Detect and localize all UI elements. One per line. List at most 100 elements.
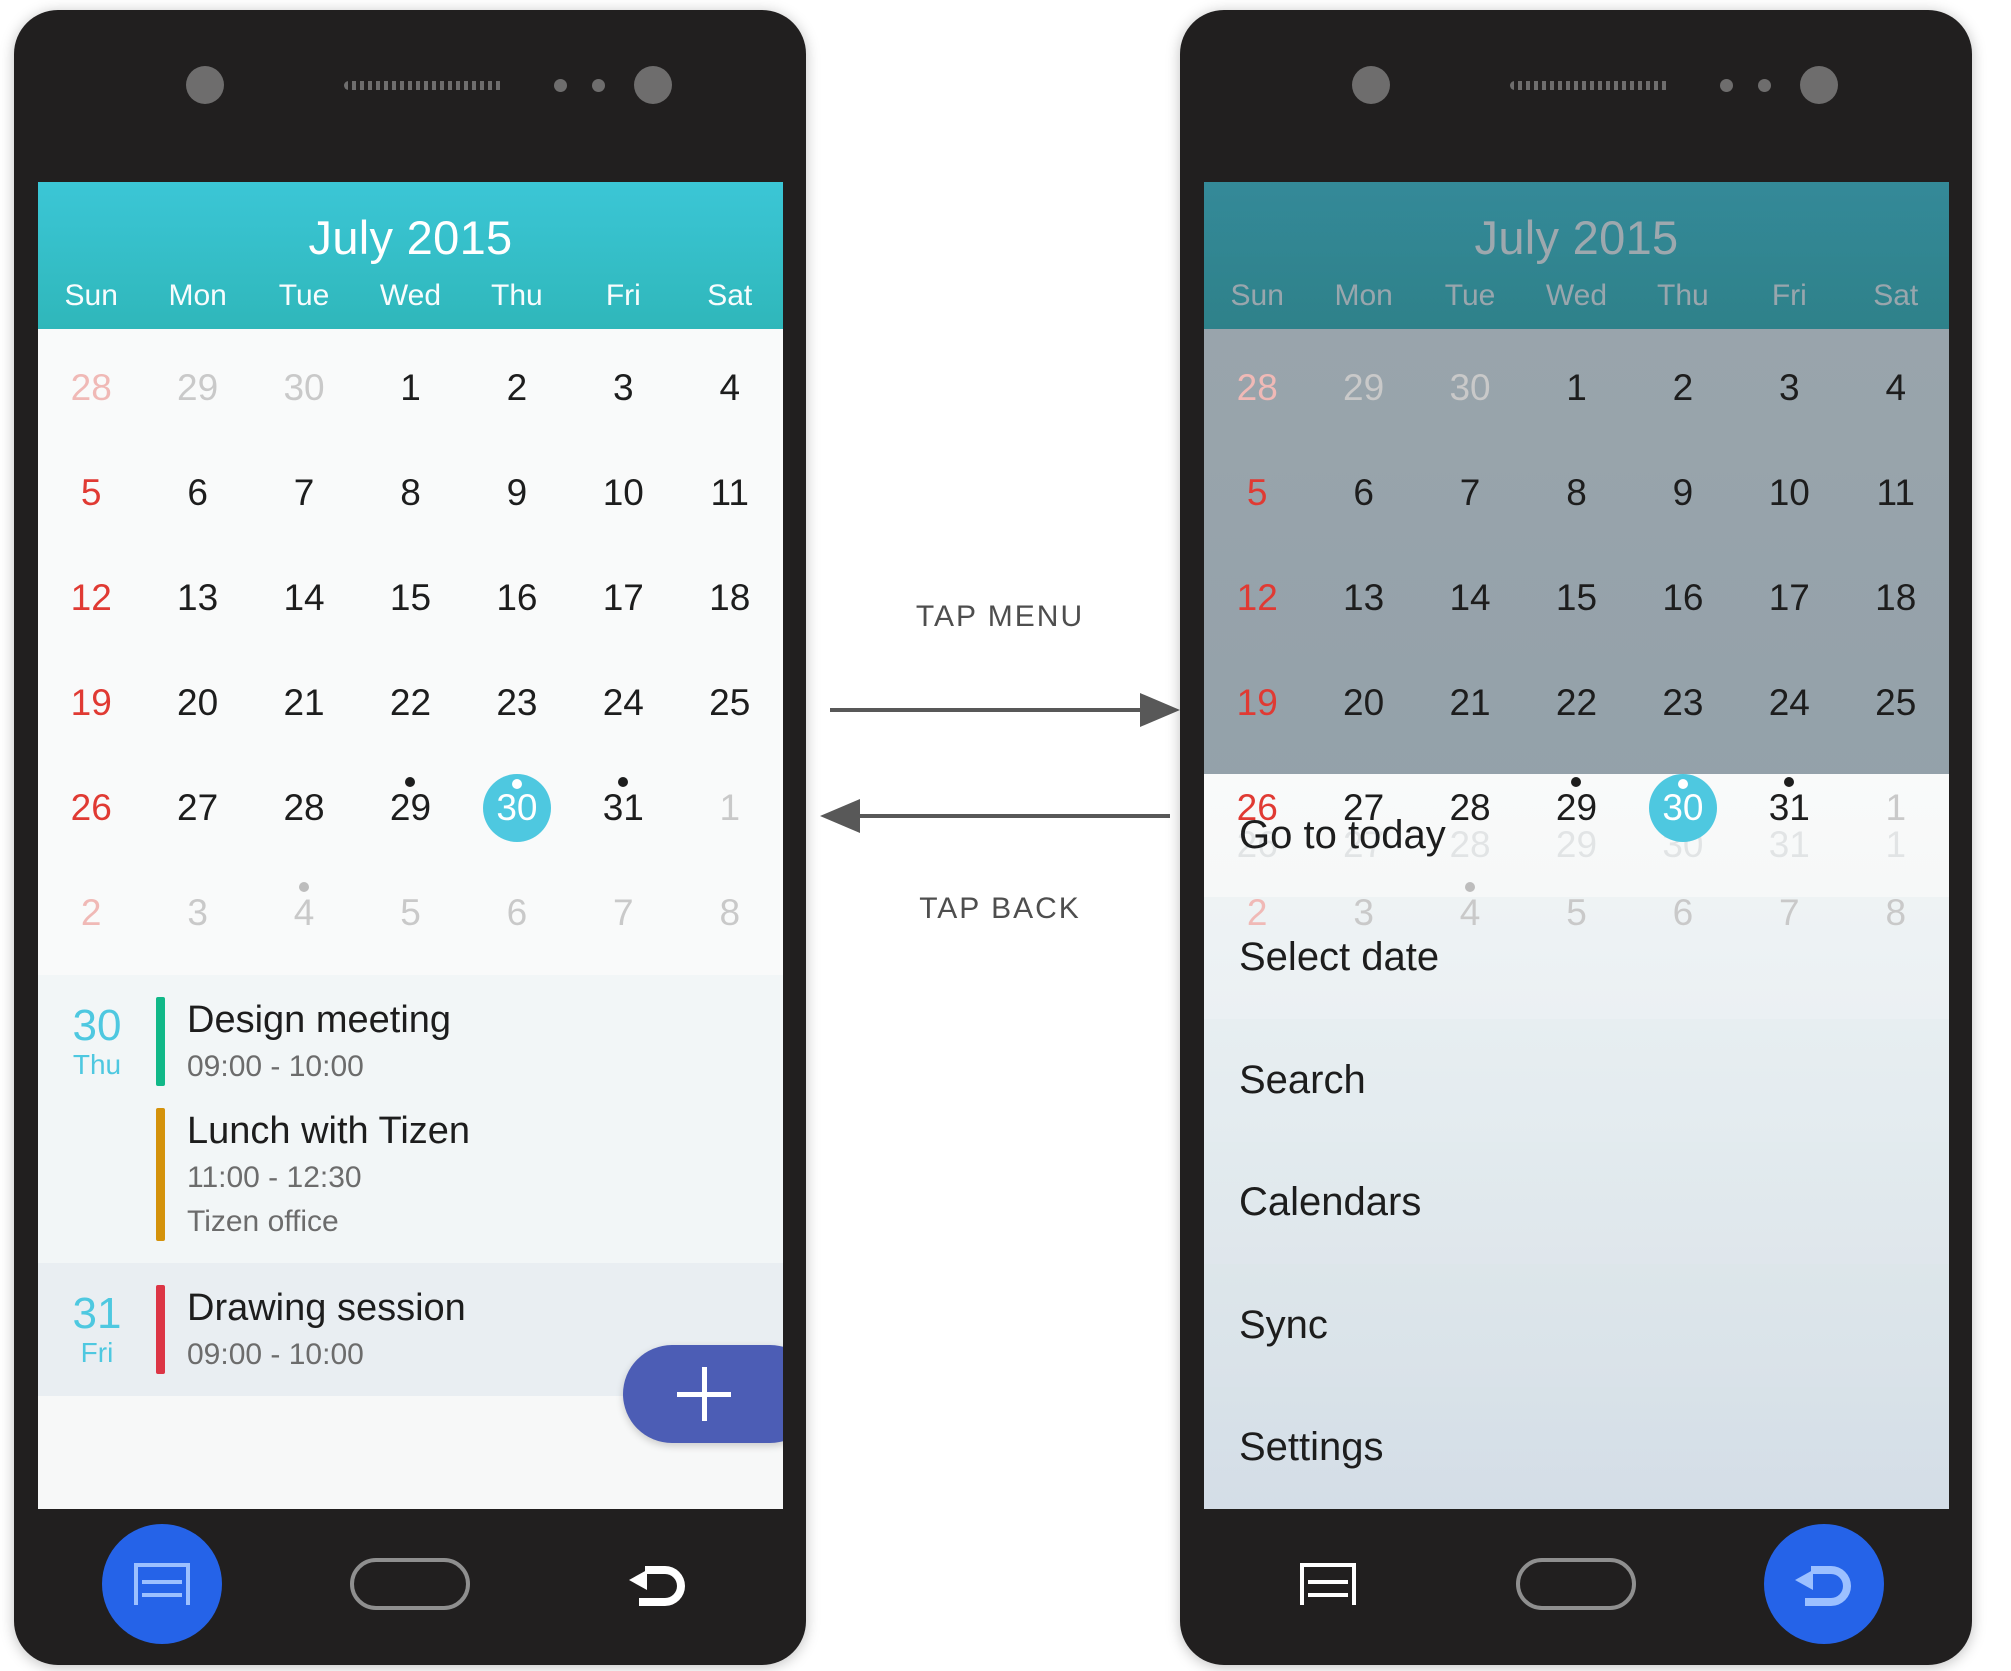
calendar-day-cell[interactable]: 25 bbox=[1843, 650, 1949, 755]
add-event-button[interactable] bbox=[623, 1345, 783, 1443]
nav-back-button[interactable] bbox=[1764, 1524, 1884, 1644]
calendar-day-cell[interactable]: 28 bbox=[251, 755, 357, 860]
calendar-day-number: 12 bbox=[1236, 577, 1278, 618]
nav-menu-button[interactable] bbox=[1268, 1524, 1388, 1644]
calendar-day-cell[interactable]: 20 bbox=[144, 650, 250, 755]
calendar-day-cell[interactable]: 3 bbox=[570, 335, 676, 440]
navigation-bar-right bbox=[1204, 1509, 1948, 1659]
calendar-day-cell[interactable]: 22 bbox=[357, 650, 463, 755]
calendar-day-cell[interactable]: 15 bbox=[1523, 545, 1629, 650]
calendar-day-cell[interactable]: 29 bbox=[357, 755, 463, 860]
menu-item-search[interactable]: Search bbox=[1204, 1019, 1949, 1142]
event-group-date: 30 Thu bbox=[38, 997, 156, 1241]
calendar-day-cell[interactable]: 14 bbox=[251, 545, 357, 650]
calendar-day-cell[interactable]: 30 bbox=[1417, 335, 1523, 440]
calendar-day-cell[interactable]: 15 bbox=[357, 545, 463, 650]
calendar-day-number: 3 bbox=[613, 367, 634, 408]
calendar-day-cell[interactable]: 29 bbox=[1310, 335, 1416, 440]
calendar-day-cell[interactable]: 10 bbox=[1736, 440, 1842, 545]
weekday-mon: Mon bbox=[1334, 279, 1393, 312]
calendar-day-cell[interactable]: 23 bbox=[464, 650, 570, 755]
calendar-day-cell[interactable]: 16 bbox=[464, 545, 570, 650]
calendar-day-cell[interactable]: 21 bbox=[251, 650, 357, 755]
nav-home-button[interactable] bbox=[1516, 1524, 1636, 1644]
calendar-day-cell[interactable]: 18 bbox=[1843, 545, 1949, 650]
calendar-day-cell[interactable]: 25 bbox=[677, 650, 783, 755]
calendar-day-cell[interactable]: 6 bbox=[1310, 440, 1416, 545]
calendar-day-number: 30 bbox=[1662, 787, 1704, 828]
list-item[interactable]: Design meeting 09:00 - 10:00 bbox=[156, 997, 783, 1108]
calendar-day-number: 15 bbox=[1555, 577, 1598, 618]
calendar-day-cell[interactable]: 9 bbox=[464, 440, 570, 545]
calendar-day-cell[interactable]: 4 bbox=[1843, 335, 1949, 440]
calendar-day-cell[interactable]: 7 bbox=[1417, 440, 1523, 545]
calendar-day-cell[interactable]: 2 bbox=[464, 335, 570, 440]
calendar-day-cell[interactable]: 21 bbox=[1417, 650, 1523, 755]
calendar-day-cell[interactable]: 30 bbox=[251, 335, 357, 440]
calendar-day-cell[interactable]: 16 bbox=[1630, 545, 1736, 650]
calendar-day-cell[interactable]: 29 bbox=[144, 335, 250, 440]
calendar-day-cell[interactable]: 1 bbox=[1523, 335, 1629, 440]
calendar-day-cell[interactable]: 11 bbox=[677, 440, 783, 545]
menu-item-settings[interactable]: Settings bbox=[1204, 1386, 1949, 1509]
calendar-day-cell[interactable]: 4 bbox=[677, 335, 783, 440]
calendar-day-cell[interactable]: 13 bbox=[144, 545, 250, 650]
calendar-day-number: 10 bbox=[602, 472, 644, 513]
calendar-day-cell[interactable]: 17 bbox=[570, 545, 676, 650]
calendar-day-cell[interactable]: 23 bbox=[1630, 650, 1736, 755]
calendar-day-cell[interactable]: 6 bbox=[464, 860, 570, 965]
calendar-day-cell[interactable]: 20 bbox=[1310, 650, 1416, 755]
calendar-day-cell[interactable]: 17 bbox=[1736, 545, 1842, 650]
calendar-day-number: 18 bbox=[1875, 577, 1917, 618]
nav-menu-button[interactable] bbox=[102, 1524, 222, 1644]
calendar-day-cell[interactable]: 18 bbox=[677, 545, 783, 650]
calendar-day-cell[interactable]: 1 bbox=[677, 755, 783, 860]
calendar-day-cell[interactable]: 2 bbox=[38, 860, 144, 965]
calendar-day-cell[interactable]: 14 bbox=[1417, 545, 1523, 650]
calendar-day-cell[interactable]: 30 bbox=[464, 755, 570, 860]
nav-home-button[interactable] bbox=[350, 1524, 470, 1644]
calendar-day-cell[interactable]: 22 bbox=[1523, 650, 1629, 755]
calendar-day-cell[interactable]: 6 bbox=[144, 440, 250, 545]
calendar-day-cell[interactable]: 19 bbox=[1204, 650, 1310, 755]
calendar-day-cell[interactable]: 19 bbox=[38, 650, 144, 755]
calendar-day-cell[interactable]: 3 bbox=[144, 860, 250, 965]
menu-item-sync[interactable]: Sync bbox=[1204, 1264, 1949, 1387]
calendar-day-cell[interactable]: 3 bbox=[1736, 335, 1842, 440]
calendar-day-number: 8 bbox=[719, 892, 741, 933]
calendar-day-cell[interactable]: 8 bbox=[357, 440, 463, 545]
calendar-day-cell[interactable]: 2 bbox=[1630, 335, 1736, 440]
event-group[interactable]: 30 Thu Design meeting 09:00 - 10:00 Lunc… bbox=[38, 975, 783, 1264]
calendar-day-cell[interactable]: 28 bbox=[38, 335, 144, 440]
calendar-day-cell[interactable]: 8 bbox=[1523, 440, 1629, 545]
calendar-day-cell[interactable]: 5 bbox=[357, 860, 463, 965]
calendar-day-cell[interactable]: 27 bbox=[144, 755, 250, 860]
list-item[interactable]: Lunch with Tizen 11:00 - 12:30 Tizen off… bbox=[156, 1108, 783, 1242]
calendar-day-cell[interactable]: 11 bbox=[1843, 440, 1949, 545]
calendar-day-cell[interactable]: 7 bbox=[570, 860, 676, 965]
calendar-day-cell[interactable]: 24 bbox=[570, 650, 676, 755]
calendar-day-cell[interactable]: 12 bbox=[1204, 545, 1310, 650]
calendar-day-cell[interactable]: 7 bbox=[251, 440, 357, 545]
event-title: Drawing session bbox=[187, 1287, 466, 1330]
calendar-day-cell[interactable]: 9 bbox=[1630, 440, 1736, 545]
menu-item-calendars[interactable]: Calendars bbox=[1204, 1141, 1949, 1264]
event-time: 09:00 - 10:00 bbox=[187, 1337, 364, 1371]
calendar-day-cell[interactable]: 10 bbox=[570, 440, 676, 545]
calendar-day-cell[interactable]: 28 bbox=[1204, 335, 1310, 440]
calendar-day-cell[interactable]: 8 bbox=[677, 860, 783, 965]
calendar-day-cell[interactable]: 26 bbox=[38, 755, 144, 860]
calendar-day-number: 26 bbox=[70, 787, 112, 828]
calendar-day-cell[interactable]: 4 bbox=[251, 860, 357, 965]
calendar-day-cell[interactable]: 31 bbox=[570, 755, 676, 860]
calendar-day-cell[interactable]: 13 bbox=[1310, 545, 1416, 650]
calendar-day-cell[interactable]: 1 bbox=[357, 335, 463, 440]
nav-back-button[interactable] bbox=[598, 1524, 718, 1644]
calendar-day-cell[interactable]: 24 bbox=[1736, 650, 1842, 755]
arrow-right-head-icon bbox=[1140, 693, 1180, 727]
calendar-week-row: 26 27 28 29 30 31 1 bbox=[38, 755, 783, 860]
calendar-day-cell[interactable]: 5 bbox=[1204, 440, 1310, 545]
tap-menu-label: TAP MENU bbox=[915, 600, 1085, 633]
calendar-day-cell[interactable]: 12 bbox=[38, 545, 144, 650]
calendar-day-cell[interactable]: 5 bbox=[38, 440, 144, 545]
